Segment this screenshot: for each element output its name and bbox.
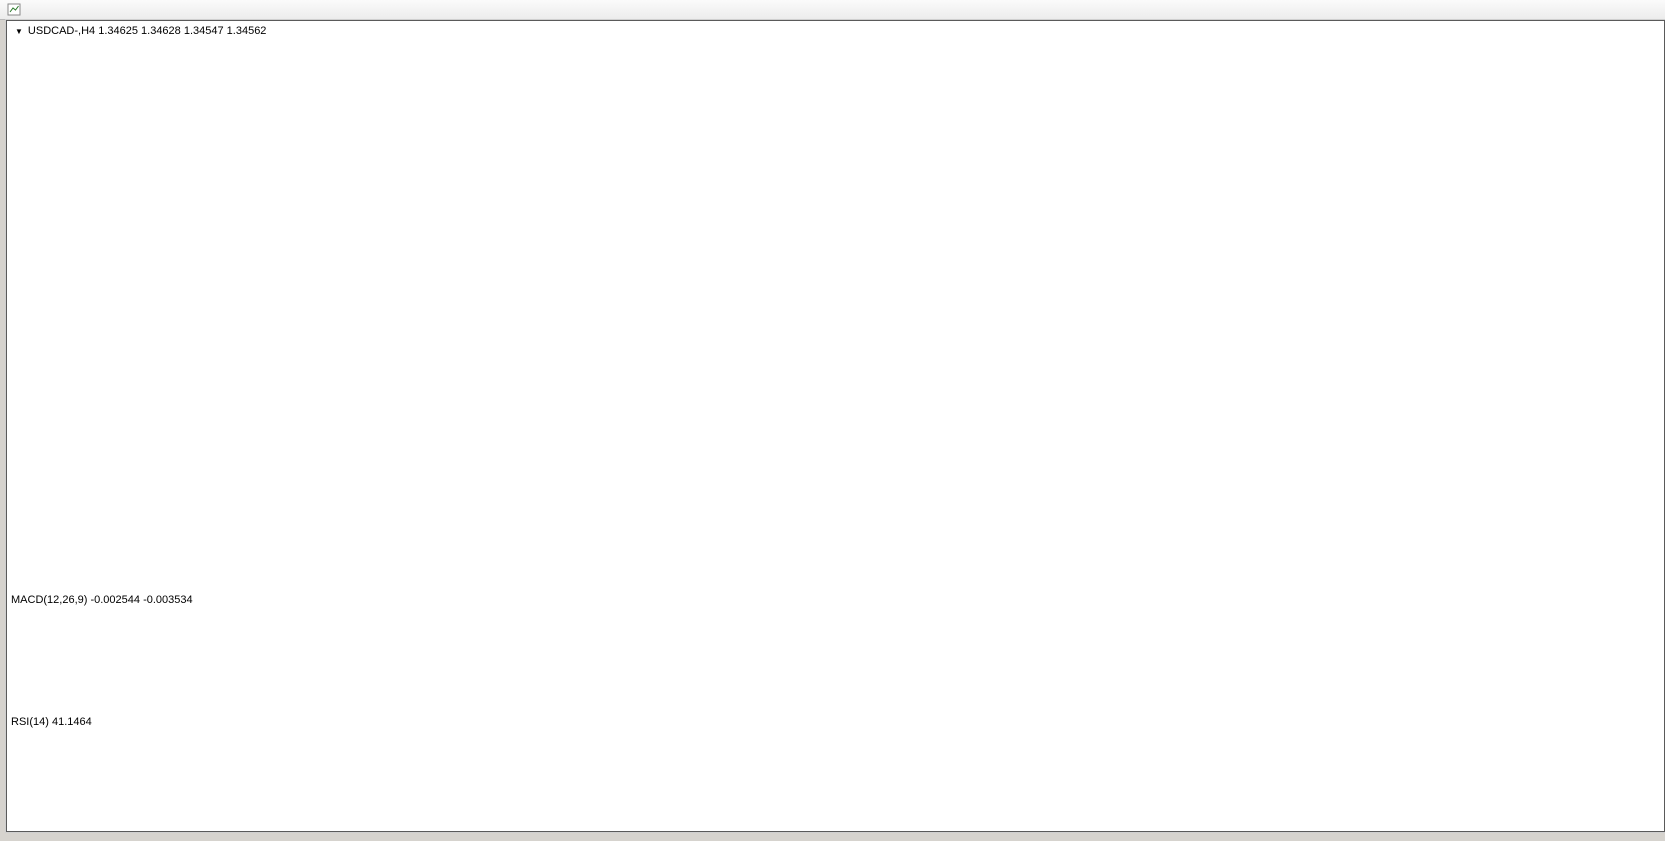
chart-title-text: USDCAD-,H4 1.34625 1.34628 1.34547 1.345… (28, 25, 267, 37)
new-chart-button[interactable] (2, 1, 26, 19)
main-toolbar (0, 0, 1665, 20)
chart-canvas[interactable] (7, 21, 1664, 831)
chevron-down-icon[interactable]: ▼ (15, 27, 23, 36)
chart-window: ▼ USDCAD-,H4 1.34625 1.34628 1.34547 1.3… (6, 20, 1665, 832)
chart-title: ▼ USDCAD-,H4 1.34625 1.34628 1.34547 1.3… (15, 25, 266, 37)
new-chart-icon (6, 2, 22, 17)
macd-indicator-label: MACD(12,26,9) -0.002544 -0.003534 (11, 594, 193, 606)
rsi-indicator-label: RSI(14) 41.1464 (11, 716, 92, 728)
